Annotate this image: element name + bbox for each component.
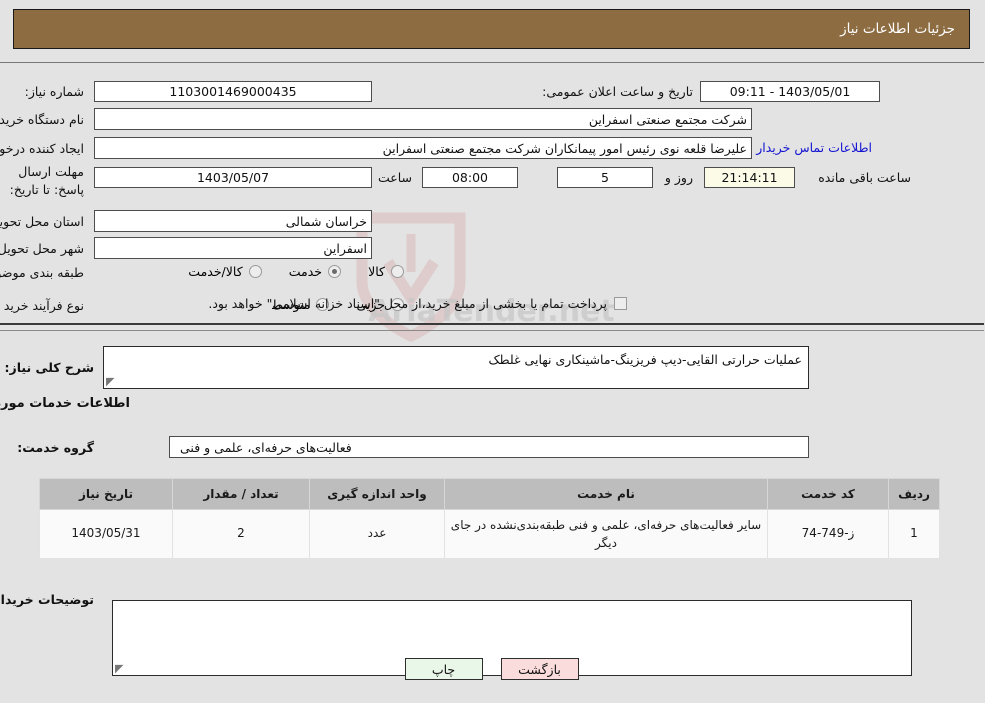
remaining-days-field: 5 bbox=[558, 167, 654, 188]
category-option-label: خدمت bbox=[289, 264, 324, 279]
footer-actions: بازگشت چاپ bbox=[0, 658, 985, 680]
deadline-hour-field[interactable]: 08:00 bbox=[423, 167, 519, 188]
announce-datetime-field[interactable]: 1403/05/01 - 09:11 bbox=[701, 81, 881, 102]
deadline-date-field[interactable]: 1403/05/07 bbox=[95, 167, 373, 188]
category-option-label: کالا/خدمت bbox=[189, 264, 244, 279]
description-value: عملیات حرارتی القایی-دیپ فریزینگ-ماشینکا… bbox=[489, 352, 803, 367]
radio-icon[interactable] bbox=[329, 265, 343, 278]
cell-row: 1 bbox=[889, 509, 941, 559]
city-field[interactable]: اسفراین bbox=[95, 237, 373, 259]
label-description: شرح کلی نیاز: bbox=[5, 360, 95, 375]
category-option-kala-khedmat[interactable]: کالا/خدمت bbox=[189, 264, 263, 279]
label-need-number: شماره نیاز: bbox=[25, 84, 85, 99]
need-number-field[interactable]: 1103001469000435 bbox=[95, 81, 373, 102]
label-deadline-hour: ساعت bbox=[378, 170, 413, 185]
category-option-kala[interactable]: کالا bbox=[369, 264, 405, 279]
label-province: استان محل تحویل: bbox=[0, 214, 85, 229]
page-header: جزئیات اطلاعات نیاز bbox=[14, 9, 971, 49]
checkbox-icon[interactable] bbox=[615, 297, 628, 310]
label-buyer-org: نام دستگاه خریدار: bbox=[0, 112, 85, 127]
services-section-title: اطلاعات خدمات مورد نیاز bbox=[0, 396, 131, 411]
radio-icon[interactable] bbox=[392, 265, 405, 278]
label-category: طبقه بندی موضوعی: bbox=[0, 265, 85, 280]
th-name: نام خدمت bbox=[445, 478, 769, 510]
resize-grip-icon[interactable]: ◥ bbox=[107, 375, 117, 388]
payment-checkbox-label: پرداخت تمام یا بخشی از مبلغ خرید،از محل … bbox=[209, 296, 608, 311]
category-radio-group[interactable]: کالا خدمت کالا/خدمت bbox=[167, 263, 405, 282]
payment-checkbox-row[interactable]: پرداخت تمام یا بخشی از مبلغ خرید،از محل … bbox=[209, 296, 628, 311]
page-title: جزئیات اطلاعات نیاز bbox=[841, 21, 956, 37]
cell-qty: 2 bbox=[173, 509, 311, 559]
cell-code: ز-749-74 bbox=[768, 509, 890, 559]
th-qty: تعداد / مقدار bbox=[173, 478, 311, 510]
label-announce-datetime: تاریخ و ساعت اعلان عمومی: bbox=[543, 84, 694, 99]
description-textarea[interactable]: عملیات حرارتی القایی-دیپ فریزینگ-ماشینکا… bbox=[104, 346, 810, 389]
print-button[interactable]: چاپ bbox=[405, 658, 484, 680]
category-option-khedmat[interactable]: خدمت bbox=[289, 264, 343, 279]
label-requester: ایجاد کننده درخواست: bbox=[0, 141, 85, 156]
th-unit: واحد اندازه گیری bbox=[310, 478, 446, 510]
th-code: کد خدمت bbox=[768, 478, 890, 510]
services-table: ردیف کد خدمت نام خدمت واحد اندازه گیری ت… bbox=[40, 478, 941, 559]
th-row: ردیف bbox=[889, 478, 941, 510]
table-header-row: ردیف کد خدمت نام خدمت واحد اندازه گیری ت… bbox=[40, 478, 941, 510]
label-service-group: گروه خدمت: bbox=[18, 440, 95, 455]
cell-date: 1403/05/31 bbox=[40, 509, 174, 559]
back-button[interactable]: بازگشت bbox=[501, 658, 580, 680]
label-city: شهر محل تحویل: bbox=[0, 241, 85, 256]
province-field[interactable]: خراسان شمالی bbox=[95, 210, 373, 232]
label-remaining-days: روز و bbox=[665, 170, 694, 185]
label-process-type: نوع فرآیند خرید : bbox=[0, 298, 85, 313]
services-table-wrap: ردیف کد خدمت نام خدمت واحد اندازه گیری ت… bbox=[40, 478, 941, 559]
service-group-field[interactable]: فعالیت‌های حرفه‌ای، علمی و فنی bbox=[170, 436, 810, 458]
category-option-label: کالا bbox=[369, 264, 386, 279]
th-date: تاریخ نیاز bbox=[40, 478, 174, 510]
table-row: 1 ز-749-74 سایر فعالیت‌های حرفه‌ای، علمی… bbox=[40, 509, 941, 559]
label-deadline: مهلت ارسال پاسخ: تا تاریخ: bbox=[10, 164, 85, 198]
buyer-contact-link[interactable]: اطلاعات تماس خریدار bbox=[757, 140, 873, 155]
label-remaining-time: ساعت باقی مانده bbox=[819, 170, 912, 185]
radio-icon[interactable] bbox=[249, 265, 263, 278]
label-buyer-notes: توضیحات خریدار: bbox=[0, 592, 95, 607]
requester-field[interactable]: علیرضا قلعه نوی رئیس امور پیمانکاران شرک… bbox=[95, 137, 753, 159]
remaining-time-field: 21:14:11 bbox=[705, 167, 796, 188]
cell-name: سایر فعالیت‌های حرفه‌ای، علمی و فنی طبقه… bbox=[445, 509, 769, 559]
cell-unit: عدد bbox=[310, 509, 446, 559]
buyer-org-field[interactable]: شرکت مجتمع صنعتی اسفراین bbox=[95, 108, 753, 130]
